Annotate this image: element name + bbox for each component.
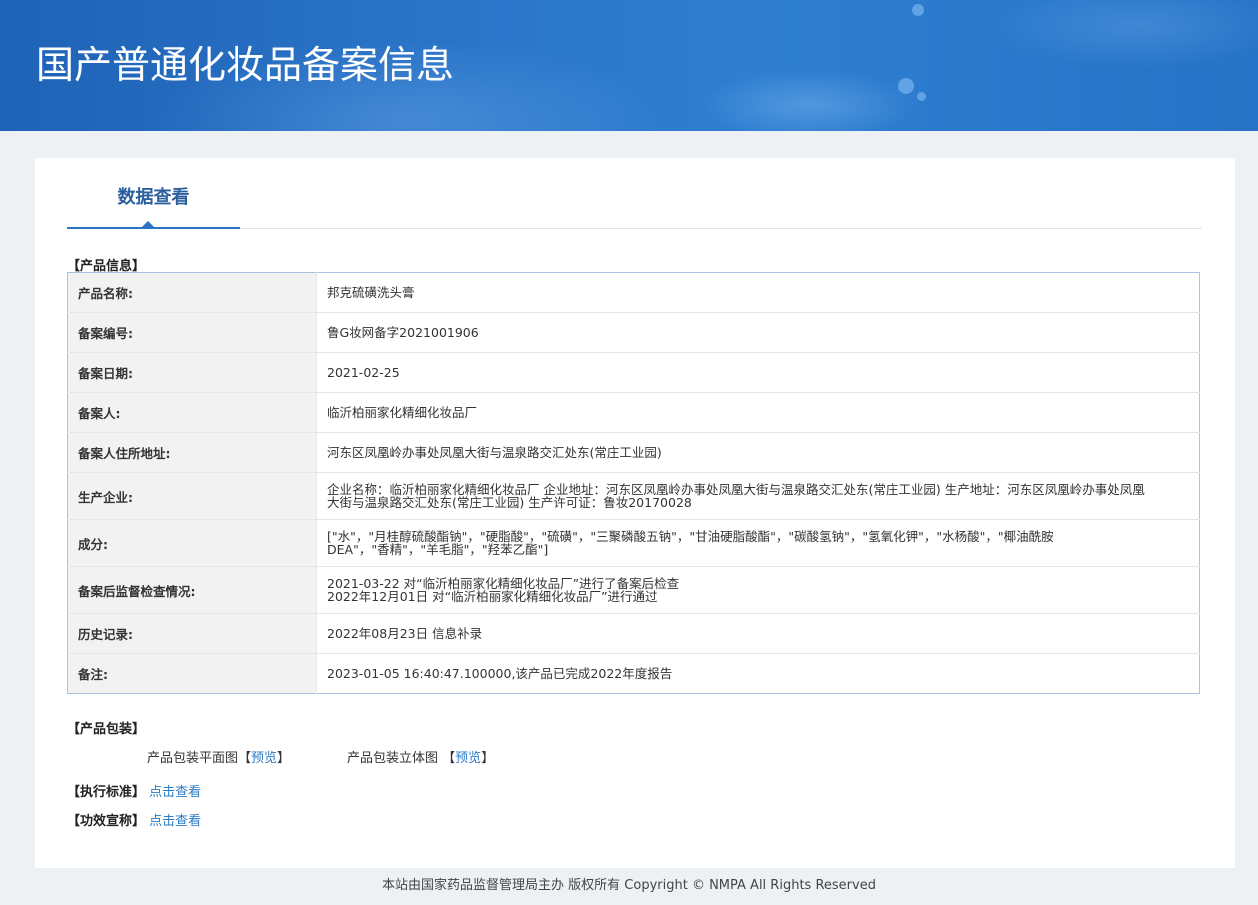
table-row: 备案人住所地址: 河东区凤凰岭办事处凤凰大街与温泉路交汇处东(常庄工业园) xyxy=(67,432,1200,473)
table-row: 产品名称: 邦克硫磺洗头膏 xyxy=(67,272,1200,313)
row-value: 河东区凤凰岭办事处凤凰大街与温泉路交汇处东(常庄工业园) xyxy=(316,432,1200,473)
tab-data-view[interactable]: 数据查看 xyxy=(67,186,240,229)
table-row: 历史记录: 2022年08月23日 信息补录 xyxy=(67,613,1200,654)
row-value: 2023-01-05 16:40:47.100000,该产品已完成2022年度报… xyxy=(327,666,673,681)
table-row: 备案编号: 鲁G妆网备字2021001906 xyxy=(67,312,1200,353)
section-title-packaging: 【产品包装】 xyxy=(67,722,146,737)
row-label: 备案人住所地址: xyxy=(67,432,317,473)
packaging-solid-label: 产品包装立体图 xyxy=(347,751,439,766)
ingredients-text: ["水"，"月桂醇硫酸酯钠"，"硬脂酸"，"硫磺"，"三聚磷酸五钠"，"甘油硬脂… xyxy=(327,529,1054,557)
row-value: 鲁G妆网备字2021001906 xyxy=(316,312,1200,353)
bracket: 】 xyxy=(481,751,495,766)
efficacy-label: 【功效宣称】 xyxy=(67,814,146,829)
row-value: 2022年08月23日 信息补录 xyxy=(316,613,1200,654)
table-row: 备案日期: 2021-02-25 xyxy=(67,352,1200,393)
row-label: 产品名称: xyxy=(67,272,317,313)
row-label: 成分: xyxy=(67,519,317,567)
row-label: 生产企业: xyxy=(67,472,317,520)
row-label: 备案人: xyxy=(67,392,317,433)
standard-line: 【执行标准】 点击查看 xyxy=(67,781,201,800)
standard-view-link[interactable]: 点击查看 xyxy=(149,785,201,800)
table-row: 生产企业: 企业名称：临沂柏丽家化精细化妆品厂 企业地址：河东区凤凰岭办事处凤凰… xyxy=(67,472,1200,520)
row-label: 备案日期: xyxy=(67,352,317,393)
packaging-solid-preview-link[interactable]: 预览 xyxy=(455,751,481,766)
header-banner: 国产普通化妆品备案信息 xyxy=(0,0,1258,131)
banner-decoration xyxy=(700,70,920,131)
row-label: 备案后监督检查情况: xyxy=(67,566,317,614)
row-value: 邦克硫磺洗头膏 xyxy=(316,272,1200,313)
row-value: 2021-02-25 xyxy=(316,352,1200,393)
row-value: 临沂柏丽家化精细化妆品厂 xyxy=(316,392,1200,433)
row-value: ["水"，"月桂醇硫酸酯钠"，"硬脂酸"，"硫磺"，"三聚磷酸五钠"，"甘油硬脂… xyxy=(316,519,1200,567)
row-label: 历史记录: xyxy=(67,613,317,654)
banner-decoration xyxy=(980,0,1258,70)
packaging-flat-preview-link[interactable]: 预览 xyxy=(251,751,277,766)
table-row: 备注: 2023-01-05 16:40:47.100000,该产品已完成202… xyxy=(67,653,1200,694)
bracket: 】 xyxy=(277,751,291,766)
table-row: 备案后监督检查情况: 2021-03-22 对“临沂柏丽家化精细化妆品厂”进行了… xyxy=(67,566,1200,614)
table-row: 成分: ["水"，"月桂醇硫酸酯钠"，"硬脂酸"，"硫磺"，"三聚磷酸五钠"，"… xyxy=(67,519,1200,567)
row-value: 2021-03-22 对“临沂柏丽家化精细化妆品厂”进行了备案后检查 2022年… xyxy=(316,566,1200,614)
footer-copyright: 本站由国家药品监督管理局主办 版权所有 Copyright © NMPA All… xyxy=(382,878,876,893)
banner-decoration xyxy=(917,92,926,101)
table-row: 备案人: 临沂柏丽家化精细化妆品厂 xyxy=(67,392,1200,433)
efficacy-view-link[interactable]: 点击查看 xyxy=(149,814,201,829)
packaging-flat-label: 产品包装平面图 xyxy=(147,751,239,766)
row-label: 备案编号: xyxy=(67,312,317,353)
standard-label: 【执行标准】 xyxy=(67,785,146,800)
manufacturer-text: 企业名称：临沂柏丽家化精细化妆品厂 企业地址：河东区凤凰岭办事处凤凰大街与温泉路… xyxy=(327,482,1145,510)
packaging-flat-item: 产品包装平面图【预览】 xyxy=(147,747,290,766)
product-info-table: 产品名称: 邦克硫磺洗头膏 备案编号: 鲁G妆网备字2021001906 备案日… xyxy=(67,272,1200,694)
tab-caret-icon xyxy=(141,221,155,228)
content-panel: 数据查看 【产品信息】 产品名称: 邦克硫磺洗头膏 备案编号: 鲁G妆网备字20… xyxy=(35,158,1235,868)
row-label: 备注: xyxy=(67,653,317,694)
bracket: 【 xyxy=(238,751,252,766)
row-value: 企业名称：临沂柏丽家化精细化妆品厂 企业地址：河东区凤凰岭办事处凤凰大街与温泉路… xyxy=(316,472,1200,520)
packaging-solid-item: 产品包装立体图 【预览】 xyxy=(347,747,494,766)
page-title: 国产普通化妆品备案信息 xyxy=(36,43,455,87)
bracket: 【 xyxy=(442,751,456,766)
efficacy-line: 【功效宣称】 点击查看 xyxy=(67,810,201,829)
tab-label: 数据查看 xyxy=(117,187,190,208)
tab-bar: 数据查看 xyxy=(67,186,1202,229)
inspection-line: 2022年12月01日 对“临沂柏丽家化精细化妆品厂”进行通过 xyxy=(327,589,658,604)
banner-decoration xyxy=(898,78,914,94)
banner-decoration xyxy=(912,4,924,16)
